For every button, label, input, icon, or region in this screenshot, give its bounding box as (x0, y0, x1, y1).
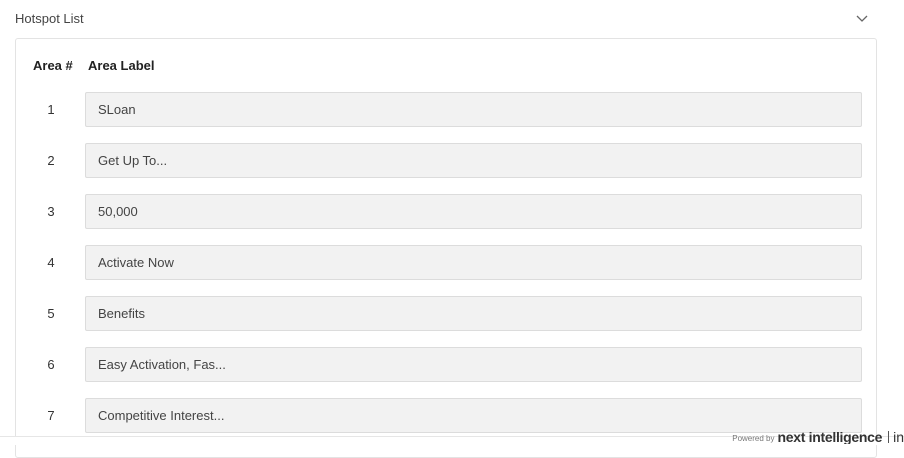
area-number: 4 (47, 255, 55, 270)
area-number: 1 (47, 102, 55, 117)
column-header-area-label: Area Label (88, 58, 155, 73)
table-row: 5 (16, 296, 876, 331)
area-number: 2 (47, 153, 55, 168)
brand-logo: next intelligence (777, 430, 883, 444)
brand-tail-text: in (893, 430, 904, 444)
area-label-input[interactable] (85, 296, 862, 331)
hotspot-list-header: Hotspot List (15, 10, 875, 30)
area-label-input[interactable] (85, 143, 862, 178)
brand-divider (888, 431, 890, 443)
table-row: 4 (16, 245, 876, 280)
hotspot-list-panel: Area # Area Label 1 2 3 4 5 6 7 (15, 38, 877, 458)
powered-by-text: Powered by (732, 434, 775, 443)
area-label-input[interactable] (85, 347, 862, 382)
area-label-input[interactable] (85, 92, 862, 127)
area-number: 6 (47, 357, 55, 372)
section-title: Hotspot List (15, 11, 84, 26)
area-label-input[interactable] (85, 398, 862, 433)
table-row: 1 (16, 92, 876, 127)
powered-by-branding: Powered by next intelligence in (732, 430, 904, 444)
table-row: 2 (16, 143, 876, 178)
area-number: 7 (47, 408, 55, 423)
area-number: 3 (47, 204, 55, 219)
area-number: 5 (47, 306, 55, 321)
area-label-input[interactable] (85, 194, 862, 229)
table-row: 3 (16, 194, 876, 229)
column-header-area-number: Area # (33, 58, 73, 73)
table-row: 7 (16, 398, 876, 433)
collapse-toggle-button[interactable] (853, 10, 871, 28)
chevron-down-icon (856, 15, 868, 22)
table-row: 6 (16, 347, 876, 382)
area-label-input[interactable] (85, 245, 862, 280)
